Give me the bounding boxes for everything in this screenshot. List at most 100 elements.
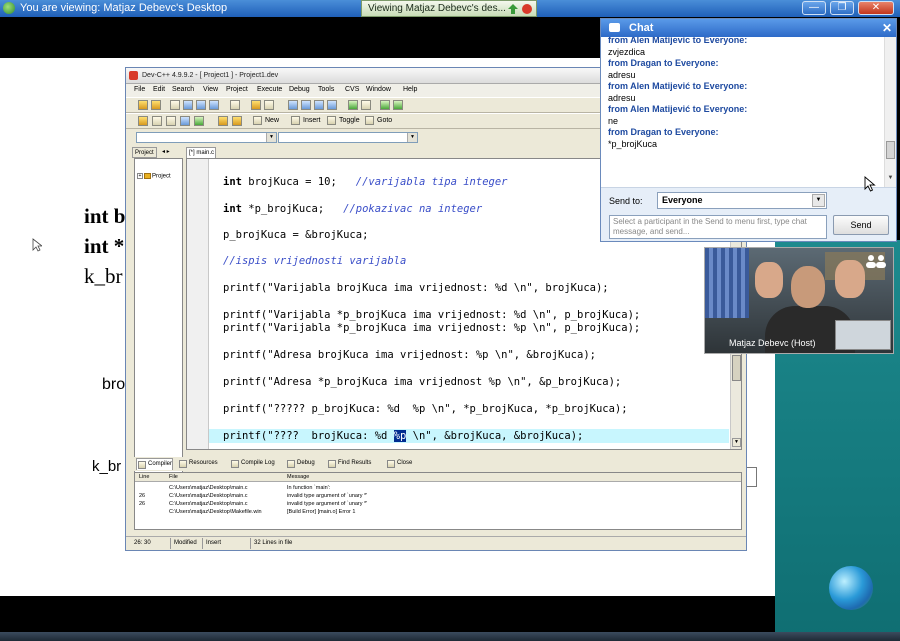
member-combo[interactable]: ▼ (278, 132, 418, 143)
tb-about-icon[interactable] (232, 116, 242, 126)
menu-help[interactable]: Help (403, 86, 417, 93)
row-2-line[interactable]: 26 (139, 493, 145, 499)
send-to-select[interactable]: Everyone ▼ (657, 192, 827, 209)
menu-execute[interactable]: Execute (257, 86, 282, 93)
tb-save-icon[interactable] (196, 100, 206, 110)
menu-file[interactable]: File (134, 86, 145, 93)
project-tab[interactable]: Project (132, 147, 157, 158)
tb-insert-button[interactable]: Insert (290, 115, 321, 127)
tab-find-results[interactable]: Find Results (327, 458, 371, 470)
video-host-label: Matjaz Debevc (Host) (729, 338, 816, 348)
project-tabs: Project ◂ ▸ (132, 147, 184, 158)
raise-hand-icon[interactable] (508, 4, 518, 14)
send-button[interactable]: Send (833, 215, 889, 235)
row-1-file[interactable]: C:\Users\matjaz\Desktop\main.c (169, 485, 248, 491)
row-4-message[interactable]: [Build Error] [main.o] Error 1 (287, 509, 355, 515)
tb-add-file-icon[interactable] (348, 100, 358, 110)
row-2-message[interactable]: invalid type argument of `unary *' (287, 493, 367, 499)
tab-resources[interactable]: Resources (178, 458, 218, 470)
chevron-down-icon[interactable]: ▼ (812, 194, 825, 207)
tb-toggle-button-label: Toggle (339, 117, 360, 124)
tb-redo-icon[interactable] (264, 100, 274, 110)
tb-debug-icon[interactable] (166, 116, 176, 126)
row-1-message[interactable]: In function `main': (287, 485, 330, 491)
video-person-head (791, 266, 825, 308)
tab-close[interactable]: Close (386, 458, 412, 470)
participants-icon[interactable] (865, 254, 887, 268)
code-keyword: int (223, 176, 242, 188)
menu-cvs[interactable]: CVS (345, 86, 359, 93)
tb-remove-file-icon[interactable] (361, 100, 371, 110)
row-3-file[interactable]: C:\Users\matjaz\Desktop\main.c (169, 501, 248, 507)
tb-replace-icon[interactable] (301, 100, 311, 110)
tb-check-icon[interactable] (194, 116, 204, 126)
expand-icon[interactable]: + (137, 173, 143, 179)
video-self-preview[interactable] (835, 320, 891, 350)
tb-undo-icon[interactable] (251, 100, 261, 110)
tb-close-project-icon[interactable] (151, 100, 161, 110)
tb-open-project-icon[interactable] (138, 100, 148, 110)
col-line[interactable]: Line (139, 474, 149, 480)
close-button[interactable]: ✕ (858, 1, 894, 15)
stop-icon[interactable] (522, 4, 532, 14)
tb-open-file-icon[interactable] (183, 100, 193, 110)
tab-compiler[interactable]: Compiler (136, 458, 174, 470)
tab-compile-log[interactable]: Compile Log (230, 458, 275, 470)
tb-find-icon[interactable] (288, 100, 298, 110)
tb-new-button[interactable]: New (252, 115, 279, 127)
class-combo[interactable]: ▼ (136, 132, 277, 143)
video-person-hand (755, 262, 783, 298)
tb-project-options-icon[interactable] (180, 116, 190, 126)
tb-rebuild-icon[interactable] (152, 116, 162, 126)
tab-main-c[interactable]: [*] main.c (186, 147, 216, 158)
tb-goto-line-icon[interactable] (327, 100, 337, 110)
chat-scroll-thumb[interactable] (886, 141, 895, 159)
row-4-file[interactable]: C:\Users\matjaz\Desktop\Makefile.win (169, 509, 262, 515)
menu-debug[interactable]: Debug (289, 86, 310, 93)
tb-compile-all-icon[interactable] (138, 116, 148, 126)
chat-scroll-down-icon[interactable]: ▼ (886, 175, 895, 185)
project-tab-arrows[interactable]: ◂ ▸ (160, 147, 172, 158)
row-2-file[interactable]: C:\Users\matjaz\Desktop\main.c (169, 493, 248, 499)
chat-close-icon[interactable]: ✕ (882, 21, 892, 35)
chat-messages: from Alen Matijevic to Everyone: zvjezdi… (601, 37, 884, 187)
tb-compile-icon[interactable] (380, 100, 390, 110)
tb-toggle-button[interactable]: Toggle (326, 115, 360, 127)
chat-message-sender: from Alen Matijević to Everyone: (608, 104, 748, 114)
viewing-tab[interactable]: Viewing Matjaz Debevc's des... (361, 0, 537, 17)
minimize-button[interactable]: — (802, 1, 826, 15)
host-video[interactable]: Matjaz Debevc (Host) (704, 247, 894, 354)
scroll-down-icon[interactable]: ▼ (732, 438, 741, 447)
col-file[interactable]: File (169, 474, 178, 480)
slide-edge-box (747, 467, 757, 487)
project-tree-item[interactable]: Project (152, 174, 171, 180)
status-mode: Insert (206, 540, 222, 546)
tb-new-file-icon[interactable] (170, 100, 180, 110)
menu-tools[interactable]: Tools (318, 86, 334, 93)
chat-message-input[interactable]: Select a participant in the Send to menu… (609, 215, 827, 239)
menu-search[interactable]: Search (172, 86, 194, 93)
menu-project[interactable]: Project (226, 86, 248, 93)
tb-save-all-icon[interactable] (209, 100, 219, 110)
editor-vscroll-thumb[interactable] (732, 355, 741, 381)
code-text: brojKuca = 10; (241, 176, 356, 188)
tb-goto-button[interactable]: Goto (364, 115, 392, 127)
tb-run-icon[interactable] (393, 100, 403, 110)
code-line-2: int *p_brojKuca; //pokazivac na integer (223, 203, 482, 215)
tab-debug[interactable]: Debug (286, 458, 315, 470)
col-message[interactable]: Message (287, 474, 309, 480)
restore-button[interactable]: ❐ (830, 1, 854, 15)
code-text: *p_brojKuca; (241, 203, 344, 215)
menu-window[interactable]: Window (366, 86, 391, 93)
status-separator (202, 538, 203, 549)
row-3-line[interactable]: 26 (139, 501, 145, 507)
tb-help-icon[interactable] (218, 116, 228, 126)
tb-print-icon[interactable] (230, 100, 240, 110)
chat-scrollbar[interactable]: ▼ (884, 37, 896, 187)
tb-new-button-icon (253, 116, 262, 125)
menu-edit[interactable]: Edit (153, 86, 165, 93)
slide-line-5: k_br (92, 458, 122, 475)
row-3-message[interactable]: invalid type argument of `unary *' (287, 501, 367, 507)
tb-find-next-icon[interactable] (314, 100, 324, 110)
menu-view[interactable]: View (203, 86, 218, 93)
